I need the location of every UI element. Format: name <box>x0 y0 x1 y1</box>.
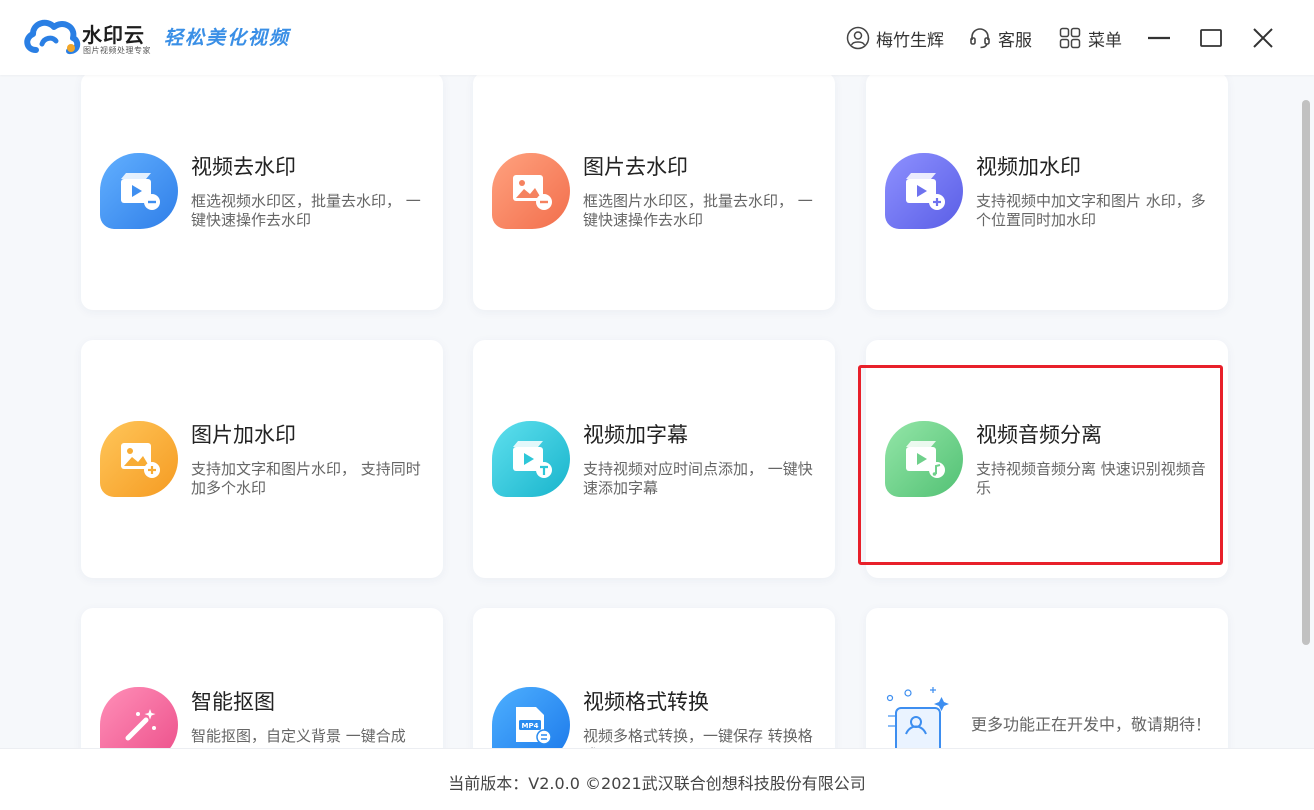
headset-icon <box>970 28 990 49</box>
image-remove-icon <box>492 153 570 229</box>
maximize-icon <box>1200 29 1222 47</box>
footer: 当前版本：V2.0.0 ©2021武汉联合创想科技股份有限公司 <box>0 748 1314 810</box>
card-description: 支持视频音频分离 快速识别视频音乐 <box>976 460 1206 497</box>
card-description: 更多功能正在开发中，敬请期待！ <box>971 715 1212 734</box>
video-remove-icon <box>100 153 178 229</box>
video-audio-separation-card[interactable]: 视频音频分离 支持视频音频分离 快速识别视频音乐 <box>866 340 1228 578</box>
grid-menu-icon <box>1059 27 1081 49</box>
card-description: 支持视频对应时间点添加， 一键快速添加字幕 <box>583 460 813 497</box>
card-description: 支持视频中加文字和图片 水印，多个位置同时加水印 <box>976 192 1206 229</box>
video-remove-watermark-card[interactable]: 视频去水印 框选视频水印区，批量去水印， 一键快速操作去水印 <box>81 72 443 310</box>
app-logo: 水印云 图片视频处理专家 轻松美化视频 <box>22 14 302 60</box>
card-description: 智能抠图，自定义背景 一键合成 <box>191 727 406 745</box>
video-add-watermark-card[interactable]: 视频加水印 支持视频中加文字和图片 水印，多个位置同时加水印 <box>866 72 1228 310</box>
customer-service-button[interactable]: 客服 <box>968 25 1032 51</box>
card-title: 视频格式转换 <box>583 690 709 714</box>
app-tagline: 图片视频处理专家 <box>83 46 151 55</box>
close-icon <box>1253 28 1273 48</box>
minimize-icon <box>1148 36 1170 40</box>
menu-label: 菜单 <box>1088 30 1122 51</box>
cloud-logo-icon <box>24 19 81 54</box>
image-remove-watermark-card[interactable]: 图片去水印 框选图片水印区，批量去水印， 一键快速操作去水印 <box>473 72 835 310</box>
user-icon <box>846 26 870 50</box>
app-slogan: 轻松美化视频 <box>164 27 291 49</box>
service-label: 客服 <box>998 30 1032 51</box>
video-subtitle-card[interactable]: 视频加字幕 支持视频对应时间点添加， 一键快速添加字幕 <box>473 340 835 578</box>
card-description: 框选图片水印区，批量去水印， 一键快速操作去水印 <box>583 192 813 229</box>
user-account-button[interactable]: 梅竹生辉 <box>846 25 944 51</box>
card-title: 视频加水印 <box>976 155 1081 179</box>
video-audio-icon <box>885 421 963 497</box>
image-add-watermark-card[interactable]: 图片加水印 支持加文字和图片水印， 支持同时加多个水印 <box>81 340 443 578</box>
user-name: 梅竹生辉 <box>876 30 944 51</box>
minimize-button[interactable] <box>1144 23 1174 53</box>
version-copyright: 当前版本：V2.0.0 ©2021武汉联合创想科技股份有限公司 <box>448 774 866 793</box>
card-title: 视频加字幕 <box>583 423 688 447</box>
svg-text:MP4: MP4 <box>522 722 539 730</box>
card-title: 智能抠图 <box>191 690 275 714</box>
image-add-icon <box>100 421 178 497</box>
video-subtitle-icon <box>492 421 570 497</box>
close-button[interactable] <box>1248 23 1278 53</box>
maximize-button[interactable] <box>1196 23 1226 53</box>
app-name: 水印云 <box>82 23 145 47</box>
card-title: 图片去水印 <box>583 155 688 179</box>
vertical-scrollbar[interactable] <box>1302 100 1310 645</box>
video-add-icon <box>885 153 963 229</box>
card-description: 框选视频水印区，批量去水印， 一键快速操作去水印 <box>191 192 421 229</box>
menu-button[interactable]: 菜单 <box>1058 25 1122 51</box>
card-description: 支持加文字和图片水印， 支持同时加多个水印 <box>191 460 421 497</box>
card-title: 视频音频分离 <box>976 423 1102 447</box>
card-title: 图片加水印 <box>191 423 296 447</box>
title-bar: 水印云 图片视频处理专家 轻松美化视频 梅竹生辉 客服 菜单 <box>0 0 1314 75</box>
card-title: 视频去水印 <box>191 155 296 179</box>
